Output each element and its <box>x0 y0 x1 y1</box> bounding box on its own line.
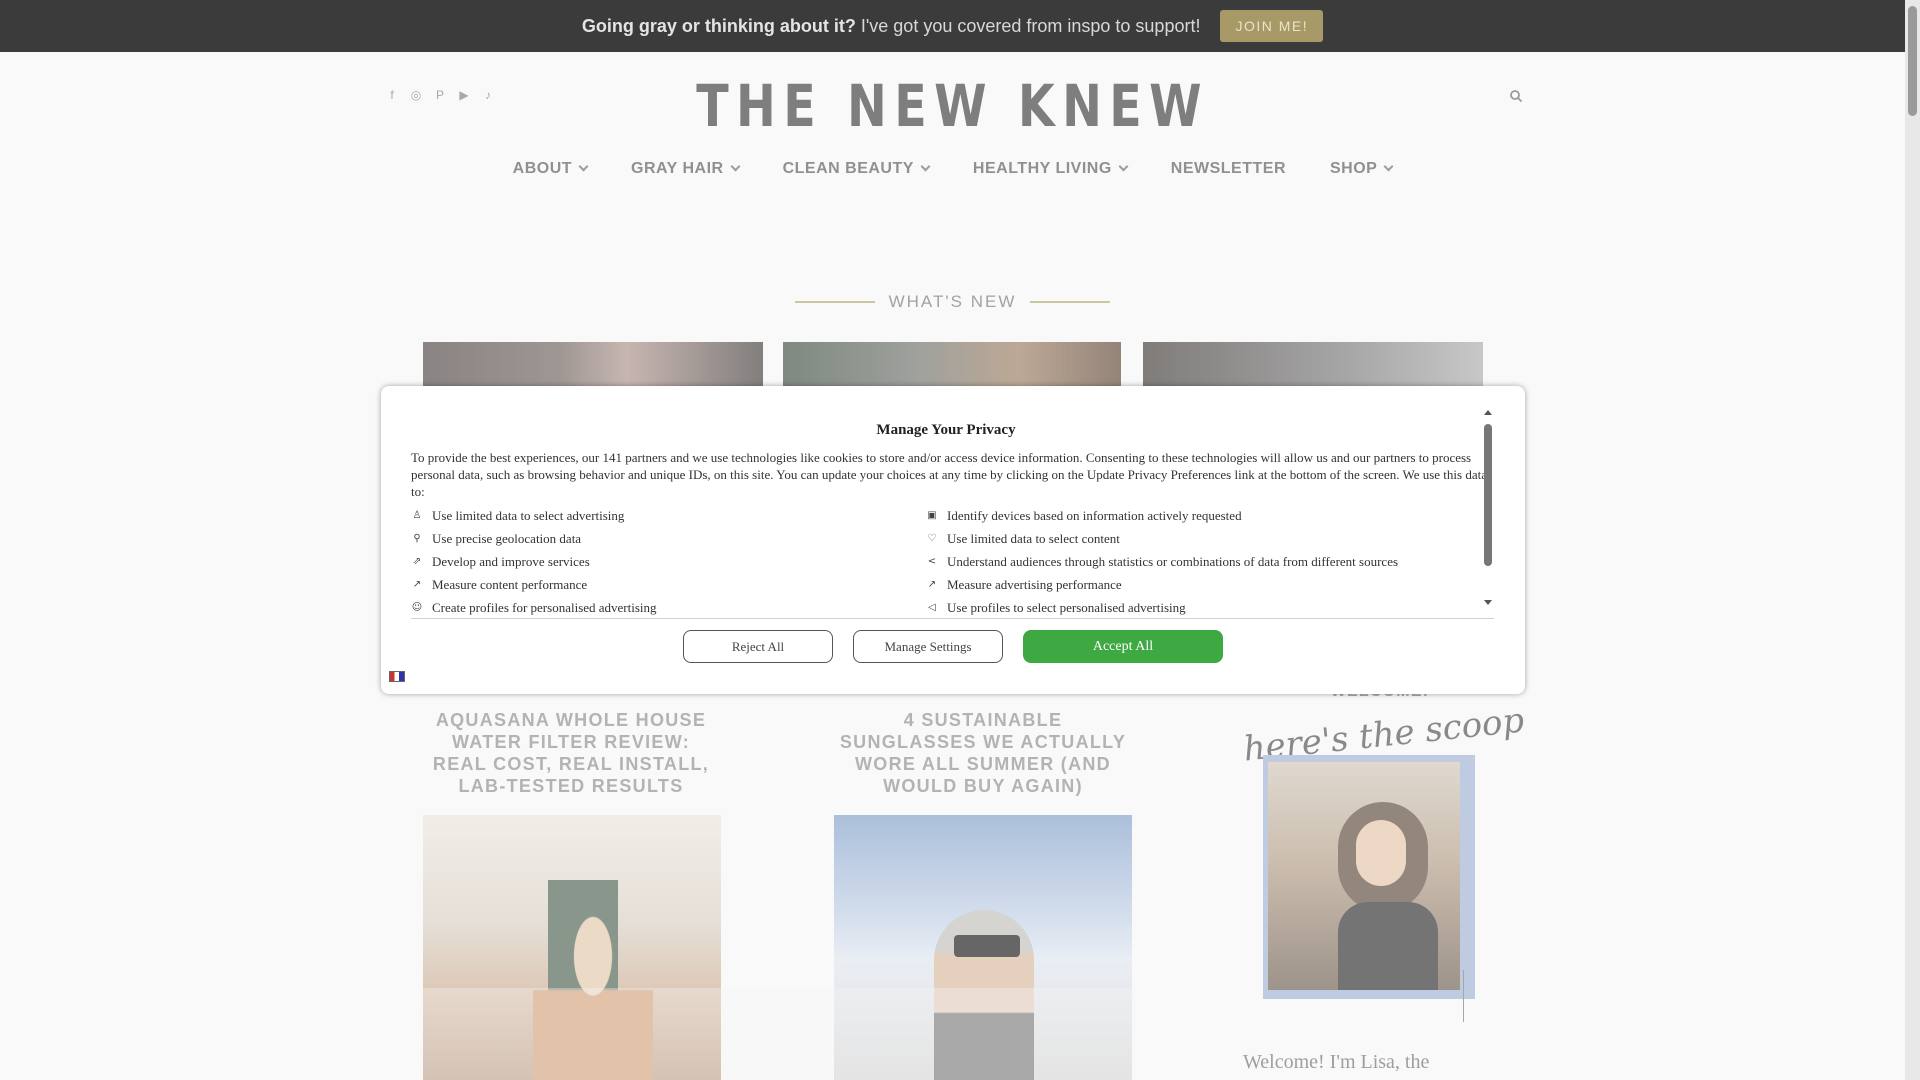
purpose-label: Use limited data to select content <box>947 530 1120 546</box>
accept-all-button[interactable]: Accept All <box>1023 630 1223 663</box>
purpose-label: Use profiles to select personalised adve… <box>947 599 1186 615</box>
purpose-item: < Understand audiences through statistics… <box>926 553 1486 570</box>
purpose-list: ♙ Use limited data to select advertising … <box>411 507 1501 616</box>
manage-settings-button[interactable]: Manage Settings <box>853 630 1003 663</box>
promo-text: Going gray or thinking about it? I've go… <box>582 16 1201 37</box>
reject-all-button[interactable]: Reject All <box>683 630 833 663</box>
scroll-thumb[interactable] <box>1484 424 1492 566</box>
purpose-item: ↗ Measure advertising performance <box>926 576 1486 593</box>
page-scrollbar[interactable] <box>1905 0 1920 1080</box>
purpose-label: Use limited data to select advertising <box>432 507 625 523</box>
purpose-item: ♡ Use limited data to select content <box>926 530 1486 547</box>
promo-bold-text: Going gray or thinking about it? <box>581 15 856 36</box>
modal-scrollbar[interactable] <box>1482 410 1494 610</box>
modal-title: Manage Your Privacy <box>876 422 1016 438</box>
purpose-label: Measure advertising performance <box>947 576 1122 592</box>
promo-banner: Going gray or thinking about it? I've go… <box>0 0 1905 52</box>
language-flag-icon[interactable] <box>389 671 405 682</box>
purpose-label: Develop and improve services <box>432 553 590 569</box>
purpose-label: Create profiles for personalised adverti… <box>432 599 657 615</box>
scroll-up-arrow-icon[interactable] <box>1484 410 1492 415</box>
megaphone-icon: ◁ <box>928 602 936 613</box>
divider <box>411 618 1494 619</box>
rocket-icon: ⇗ <box>412 556 422 567</box>
purpose-label: Use precise geolocation data <box>432 530 582 546</box>
purpose-item: ◁ Use profiles to select personalised adv… <box>926 599 1486 616</box>
location-pin-icon: ⚲ <box>413 533 421 544</box>
heart-icon: ♡ <box>927 533 937 544</box>
join-button[interactable]: JOIN ME! <box>1220 10 1324 42</box>
trend-icon: ↗ <box>412 579 422 590</box>
user-icon: ♙ <box>412 510 422 521</box>
purpose-item: ↗ Measure content performance <box>411 576 926 593</box>
purpose-item: ▣ Identify devices based on information a… <box>926 507 1486 524</box>
modal-intro: To provide the best experiences, our 141… <box>411 450 1487 499</box>
promo-body-text: I've got you covered from inspo to suppo… <box>860 15 1201 36</box>
purpose-label: Understand audiences through statistics … <box>947 553 1399 569</box>
purpose-label: Identify devices based on information ac… <box>947 507 1242 523</box>
purpose-item: ☺ Create profiles for personalised advert… <box>411 599 926 616</box>
purpose-item: ⇗ Develop and improve services <box>411 553 926 570</box>
scroll-thumb[interactable] <box>1908 6 1917 116</box>
share-icon: < <box>927 556 937 567</box>
device-icon: ▣ <box>927 510 937 521</box>
privacy-modal: Manage Your Privacy To provide the best … <box>381 386 1525 694</box>
purpose-label: Measure content performance <box>432 576 588 592</box>
purpose-item: ♙ Use limited data to select advertising <box>411 507 926 524</box>
scroll-down-arrow-icon[interactable] <box>1484 600 1492 605</box>
profile-icon: ☺ <box>411 602 423 613</box>
trend-icon: ↗ <box>927 579 937 590</box>
purpose-item: ⚲ Use precise geolocation data <box>411 530 926 547</box>
